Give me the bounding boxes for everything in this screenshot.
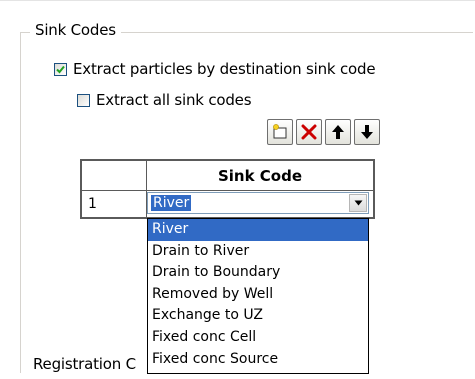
dropdown-option[interactable]: Drain to River bbox=[148, 241, 368, 263]
sink-code-select-value: River bbox=[151, 195, 192, 211]
sink-code-dropdown-list: River Drain to River Drain to Boundary R… bbox=[147, 218, 369, 374]
extract-all-sink-codes-checkbox[interactable] bbox=[77, 93, 90, 107]
checkmark-icon bbox=[56, 65, 65, 73]
new-row-icon bbox=[273, 124, 287, 139]
chevron-down-icon bbox=[354, 200, 362, 206]
add-row-button[interactable] bbox=[267, 119, 293, 145]
sink-code-select[interactable]: River bbox=[147, 192, 369, 214]
extract-by-sink-code-label: Extract particles by destination sink co… bbox=[73, 60, 376, 78]
dropdown-option[interactable]: River bbox=[148, 219, 368, 241]
extract-by-sink-code-checkbox[interactable] bbox=[54, 62, 67, 76]
move-up-icon bbox=[332, 125, 344, 139]
extract-by-sink-code-row[interactable]: Extract particles by destination sink co… bbox=[54, 60, 376, 78]
move-up-button[interactable] bbox=[325, 119, 351, 145]
delete-icon bbox=[301, 124, 317, 140]
extract-all-sink-codes-row[interactable]: Extract all sink codes bbox=[77, 91, 252, 109]
dropdown-option[interactable]: Fixed conc Source bbox=[148, 349, 368, 371]
dropdown-option[interactable]: Fixed conc Cell bbox=[148, 327, 368, 349]
sink-codes-group-title: Sink Codes bbox=[30, 20, 121, 40]
dropdown-button[interactable] bbox=[349, 194, 367, 212]
dropdown-option[interactable]: Drain to Boundary bbox=[148, 262, 368, 284]
row-number-cell[interactable]: 1 bbox=[82, 191, 147, 217]
move-down-icon bbox=[361, 125, 373, 139]
grid-corner-cell bbox=[82, 161, 147, 191]
delete-row-button[interactable] bbox=[296, 119, 322, 145]
registration-group-title: Registration C bbox=[30, 354, 139, 374]
extract-all-sink-codes-label: Extract all sink codes bbox=[96, 91, 252, 109]
dropdown-option[interactable]: Removed by Well bbox=[148, 284, 368, 306]
move-down-button[interactable] bbox=[354, 119, 380, 145]
sink-code-column-header[interactable]: Sink Code bbox=[147, 161, 373, 191]
dropdown-option[interactable]: Exchange to UZ bbox=[148, 305, 368, 327]
top-divider bbox=[0, 0, 475, 1]
grid-toolbar bbox=[267, 119, 380, 145]
